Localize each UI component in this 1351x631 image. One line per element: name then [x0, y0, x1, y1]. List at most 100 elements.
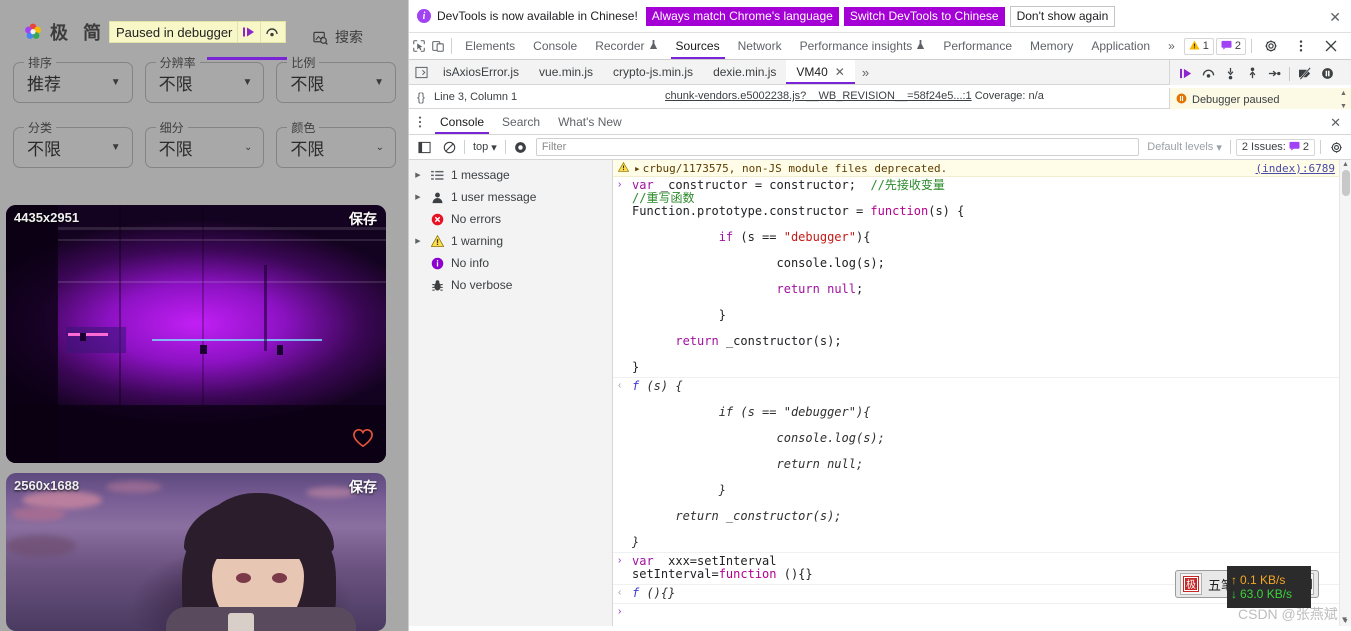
expand-triangle-icon[interactable]: ▶ — [413, 171, 423, 179]
console-sidebar-item-errors[interactable]: ▶ No errors — [409, 208, 612, 230]
source-file-link[interactable]: chunk-vendors.e5002238.js?__WB_REVISION_… — [665, 90, 972, 102]
file-tab-dexie-min[interactable]: dexie.min.js — [703, 60, 786, 84]
console-sidebar-item-messages[interactable]: ▶ 1 message — [409, 164, 612, 186]
warnings-count-chip[interactable]: 1 — [1183, 37, 1214, 55]
filter-ratio[interactable]: 比例 不限 ▼ — [276, 54, 397, 103]
more-tabs-chevron-icon[interactable]: » — [1159, 33, 1184, 59]
drawer-more-options-icon[interactable] — [409, 109, 431, 134]
pretty-print-braces-icon[interactable]: {} — [417, 90, 425, 104]
scroll-up-icon[interactable]: ▲ — [1340, 90, 1347, 97]
step-over-next-function-call-icon[interactable] — [1198, 63, 1218, 85]
heart-outline-icon[interactable] — [352, 428, 374, 453]
console-output-entry[interactable]: ‹ f (s) { if (s == "debugger"){ console.… — [613, 378, 1351, 553]
sogou-ime-logo-icon[interactable]: 极 — [1180, 573, 1202, 595]
step-over-icon[interactable] — [260, 22, 283, 42]
network-speed-monitor[interactable]: ↑ 0.1 KB/s ↓ 63.0 KB/s — [1227, 566, 1311, 608]
console-sidebar-item-user-messages[interactable]: ▶ 1 user message — [409, 186, 612, 208]
deactivate-breakpoints-icon[interactable] — [1295, 63, 1315, 85]
drawer-tabbar: Console Search What's New ✕ — [409, 109, 1351, 135]
page-scroll-down-icon[interactable]: ▼ — [1339, 615, 1350, 629]
tab-performance[interactable]: Performance — [934, 33, 1021, 59]
site-search-button[interactable]: 搜索 — [313, 27, 363, 47]
create-live-expression-icon[interactable] — [511, 137, 531, 157]
paused-in-debugger-text: Paused in debugger — [116, 24, 233, 40]
console-filter-input[interactable] — [535, 138, 1140, 156]
console-scrollbar[interactable]: ▲ ▼ — [1339, 160, 1351, 626]
tab-elements[interactable]: Elements — [456, 33, 524, 59]
file-tab-vm40[interactable]: VM40 ✕ — [786, 60, 856, 84]
console-issues-chip[interactable]: 2 Issues: 2 — [1235, 138, 1315, 156]
close-icon[interactable]: ✕ — [1329, 9, 1341, 26]
expand-triangle-icon[interactable]: ▶ — [413, 193, 423, 201]
issues-flag-icon — [1221, 40, 1232, 53]
resume-script-execution-icon[interactable] — [1176, 63, 1196, 85]
console-sidebar-toggle-icon[interactable] — [414, 137, 434, 157]
step-out-of-current-function-icon[interactable] — [1242, 63, 1262, 85]
scrollbar-thumb[interactable] — [1342, 170, 1350, 196]
issues-count-chip[interactable]: 2 — [1215, 37, 1247, 55]
clear-console-icon[interactable] — [439, 137, 459, 157]
tab-recorder[interactable]: Recorder — [586, 33, 666, 59]
filter-subcategory-value: 不限 — [158, 140, 193, 159]
save-button[interactable]: 保存 — [349, 209, 377, 229]
drawer-tab-search[interactable]: Search — [493, 109, 549, 134]
switch-devtools-to-chinese-button[interactable]: Switch DevTools to Chinese — [843, 6, 1005, 26]
show-navigator-icon[interactable] — [409, 60, 433, 84]
tab-network[interactable]: Network — [729, 33, 791, 59]
execution-context-selector[interactable]: top ▾ — [470, 141, 500, 154]
debugger-toolbar-divider — [1289, 66, 1290, 81]
inspect-element-icon[interactable] — [409, 33, 428, 59]
always-match-language-button[interactable]: Always match Chrome's language — [645, 6, 839, 26]
debugger-toolbar — [1169, 60, 1351, 88]
tab-application[interactable]: Application — [1082, 33, 1159, 59]
console-sidebar-item-warnings[interactable]: ▶ 1 warning — [409, 230, 612, 252]
filter-resolution[interactable]: 分辨率 不限 ▼ — [144, 54, 265, 103]
expand-triangle-icon[interactable]: ▶ — [413, 237, 423, 245]
drawer-tab-whats-new[interactable]: What's New — [549, 109, 631, 134]
console-warning-message[interactable]: ▸ crbug/1173575, non-JS module files dep… — [613, 160, 1351, 177]
log-levels-selector[interactable]: Default levels ▾ — [1144, 141, 1225, 154]
chevron-down-icon: ▼ — [110, 77, 121, 88]
tab-memory[interactable]: Memory — [1021, 33, 1082, 59]
wallpaper-card[interactable]: 4435x2951 保存 — [6, 205, 386, 463]
dont-show-again-button[interactable]: Don't show again — [1009, 5, 1116, 27]
filter-subcategory[interactable]: 细分 不限 ⌄ — [144, 119, 265, 168]
wallpaper-site-panel: 极 简 壁 搜索 Paused in debugger 排序 推荐 ▼ 分辨率 … — [0, 0, 408, 631]
console-messages: ▸ crbug/1173575, non-JS module files dep… — [613, 160, 1351, 626]
close-devtools-icon[interactable] — [1317, 40, 1345, 52]
pause-on-exceptions-icon[interactable] — [1317, 63, 1337, 85]
toggle-device-toolbar-icon[interactable] — [428, 33, 447, 59]
warning-triangle-icon — [1189, 40, 1200, 53]
save-button[interactable]: 保存 — [349, 477, 377, 497]
wallpaper-card[interactable]: 2560x1688 保存 — [6, 473, 386, 631]
gear-icon[interactable] — [1257, 39, 1285, 53]
step-into-next-function-call-icon[interactable] — [1220, 63, 1240, 85]
tab-performance-insights[interactable]: Performance insights — [791, 33, 935, 59]
console-input-entry[interactable]: › var _constructor = constructor; //先接收变… — [613, 177, 1351, 378]
file-tab-crypto-js-min[interactable]: crypto-js.min.js — [603, 60, 703, 84]
filter-category[interactable]: 分类 不限 ▼ — [13, 119, 133, 168]
console-warning-source-link[interactable]: (index):6789 — [1256, 162, 1335, 175]
file-tab-isaxioserror[interactable]: isAxiosError.js — [433, 60, 529, 84]
filterbar-divider — [464, 140, 465, 154]
tab-sources[interactable]: Sources — [667, 33, 729, 59]
filter-color[interactable]: 颜色 不限 ⌄ — [276, 119, 397, 168]
more-file-tabs-chevron-icon[interactable]: » — [855, 60, 876, 84]
console-sidebar-label: 1 warning — [451, 234, 504, 248]
scroll-up-icon[interactable]: ▲ — [1340, 161, 1351, 168]
close-drawer-icon[interactable]: ✕ — [1330, 115, 1341, 131]
console-warning-expand-arrow[interactable]: ▸ — [634, 162, 641, 175]
console-sidebar-item-info[interactable]: ▶ No info — [409, 252, 612, 274]
close-tab-icon[interactable]: ✕ — [835, 65, 845, 79]
resume-script-icon[interactable] — [237, 22, 260, 42]
console-sidebar-item-verbose[interactable]: ▶ No verbose — [409, 274, 612, 296]
drawer-tab-console[interactable]: Console — [431, 109, 493, 134]
file-tab-vue-min[interactable]: vue.min.js — [529, 60, 603, 84]
step-icon[interactable] — [1264, 63, 1284, 85]
filterbar-divider — [504, 140, 506, 154]
console-settings-gear-icon[interactable] — [1326, 137, 1346, 157]
filter-sort[interactable]: 排序 推荐 ▼ — [13, 54, 133, 103]
tab-console[interactable]: Console — [524, 33, 586, 59]
pause-circle-icon — [1176, 91, 1187, 109]
more-options-icon[interactable] — [1287, 39, 1315, 53]
